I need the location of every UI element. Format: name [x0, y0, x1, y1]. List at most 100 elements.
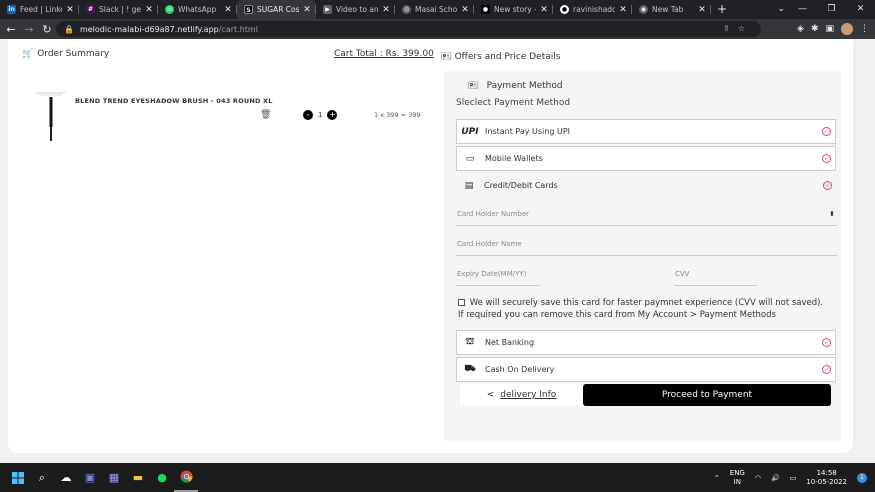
teams-icon[interactable]: ▣ [78, 463, 102, 492]
widgets-icon[interactable]: ▦ [102, 463, 126, 492]
offer-icon: 🖭 [441, 52, 452, 62]
tab-title: Video to animated [336, 5, 378, 14]
spinner-icon[interactable]: ⬍ [829, 210, 835, 218]
search-icon[interactable]: ⌕ [30, 463, 54, 492]
tab-title: New story – Medium [494, 5, 536, 14]
cvv-input[interactable]: CVV [674, 262, 757, 286]
spotify-icon[interactable]: ● [150, 463, 174, 492]
lock-icon[interactable]: 🔒 [64, 25, 74, 34]
medium-icon: ● [481, 5, 490, 14]
windows-start-icon[interactable] [6, 463, 30, 492]
lang-code: ENG [729, 468, 745, 477]
close-icon[interactable]: ✕ [460, 5, 470, 15]
back-icon[interactable]: ← [4, 23, 18, 36]
close-icon[interactable]: ✕ [539, 5, 549, 15]
battery-icon[interactable]: ▭ [790, 474, 797, 482]
tab-title: Masai School [415, 5, 457, 14]
trash-icon[interactable]: 🗑 [260, 110, 271, 120]
avatar[interactable] [841, 23, 853, 35]
chevron-up-icon[interactable]: ⌃ [714, 474, 720, 482]
tab-slack[interactable]: # Slack | ! general ✕ [79, 0, 158, 19]
tab-video[interactable]: ▶ Video to animated ✕ [316, 0, 395, 19]
address-bar[interactable]: 🔒 melodic-malabi-d69a87.netlify.app/cart… [56, 21, 761, 37]
close-icon[interactable]: ✕ [618, 5, 628, 15]
cvv-placeholder: CVV [675, 269, 690, 278]
increase-quantity-button[interactable]: + [327, 110, 338, 120]
offers-heading: 🖭 Offers and Price Details [441, 49, 560, 65]
payment-option-wallets[interactable]: ▭ Mobile Wallets ✓ [456, 146, 836, 171]
decrease-quantity-button[interactable]: - [303, 110, 313, 120]
tab-medium[interactable]: ● New story – Medium ✕ [474, 0, 553, 19]
tab-new-tab[interactable]: ◉ New Tab ✕ [632, 0, 711, 19]
option-label: Net Banking [485, 338, 535, 347]
page-content: 🛒 Order Summary Cart Total : Rs. 399.00 … [0, 39, 875, 458]
minimize-icon[interactable]: — [788, 0, 817, 19]
payment-panel: 🖭 Payment Method Sleclect Payment Method… [444, 71, 841, 441]
tab-whatsapp[interactable]: ☏ WhatsApp ✕ [158, 0, 237, 19]
tab-github[interactable]: ● ravinishadcode ✕ [553, 0, 632, 19]
menu-icon[interactable]: ⋮ [860, 24, 869, 34]
close-icon[interactable]: ✕ [65, 5, 75, 15]
proceed-to-payment-button[interactable]: Proceed to Payment [583, 384, 831, 406]
expiry-input[interactable]: Expiry Date(MM/YY) [456, 262, 540, 286]
payment-option-cod[interactable]: ⛟ Cash On Delivery ✓ [456, 357, 836, 382]
maximize-icon[interactable]: ❐ [817, 0, 846, 19]
delivery-info-link[interactable]: < delivery Info [460, 384, 583, 406]
payment-option-upi[interactable]: UPI Instant Pay Using UPI ✓ [456, 119, 836, 144]
expiry-placeholder: Expiry Date(MM/YY) [457, 269, 527, 278]
upi-icon: UPI [461, 126, 479, 137]
save-card-checkbox[interactable] [458, 299, 465, 306]
cart-icon: 🛒 [22, 49, 34, 59]
close-icon[interactable]: ✕ [381, 5, 391, 15]
option-label: Credit/Debit Cards [484, 181, 558, 190]
clock[interactable]: 14:58 10-05-2022 [806, 469, 847, 487]
sidepanel-icon[interactable]: ▣ [825, 24, 834, 34]
close-window-icon[interactable]: ✕ [846, 0, 875, 19]
sugar-icon: S [244, 5, 253, 14]
whatsapp-icon: ☏ [165, 5, 174, 14]
extension-icon[interactable]: ◈ [797, 24, 804, 34]
cart-card: 🛒 Order Summary Cart Total : Rs. 399.00 … [8, 39, 853, 453]
tab-linkedin[interactable]: in Feed | LinkedIn ✕ [0, 0, 79, 19]
close-icon[interactable]: ✕ [223, 5, 233, 15]
card-name-input[interactable]: Card Holder Name [456, 232, 837, 256]
new-tab-button[interactable]: + [713, 0, 731, 19]
payment-option-netbanking[interactable]: ⛫ Net Banking ✓ [456, 330, 836, 355]
slack-icon: # [86, 5, 95, 14]
tab-title: ravinishadcode [573, 5, 615, 14]
share-star-icons[interactable]: ⇪☆ [723, 21, 753, 37]
cart-total[interactable]: Cart Total : Rs. 399.00 [334, 49, 434, 59]
close-icon[interactable]: ✕ [302, 5, 312, 15]
browser-toolbar: ← → ↻ 🔒 melodic-malabi-d69a87.netlify.ap… [0, 19, 875, 39]
volume-icon[interactable]: 🔊 [771, 474, 780, 482]
forward-icon[interactable]: → [22, 23, 36, 36]
wifi-icon[interactable]: ◠ [755, 474, 761, 482]
line-total: 1 x 399 = 399 [374, 111, 421, 119]
url-path: /cart.html [218, 24, 258, 34]
check-circle-icon: ✓ [822, 154, 831, 163]
tab-title: Feed | LinkedIn [20, 5, 62, 14]
card-number-placeholder: Card Holder Number [457, 209, 530, 218]
weather-icon[interactable]: ☁ [54, 463, 78, 492]
lang-region: IN [733, 477, 741, 486]
puzzle-icon[interactable]: ✱ [811, 24, 819, 34]
tab-masai[interactable]: ◎ Masai School ✕ [395, 0, 474, 19]
notification-badge[interactable]: 1 [857, 472, 867, 483]
tab-title: New Tab [652, 5, 684, 14]
taskbar: ⌕ ☁ ▣ ▦ ▬ ● ⌃ ENG IN ◠ 🔊 ▭ 14:58 10-05-2… [0, 463, 875, 492]
option-label: Instant Pay Using UPI [485, 127, 571, 136]
card-name-placeholder: Card Holder Name [457, 239, 522, 248]
file-explorer-icon[interactable]: ▬ [126, 463, 150, 492]
card-icon: ▤ [464, 180, 474, 191]
close-icon[interactable]: ✕ [697, 5, 707, 15]
close-icon[interactable]: ✕ [144, 5, 154, 15]
payment-option-cards[interactable]: ▤ Credit/Debit Cards ✓ [456, 173, 836, 198]
language-indicator[interactable]: ENG IN [730, 469, 745, 487]
offers-label: Offers and Price Details [454, 52, 561, 62]
reload-icon[interactable]: ↻ [40, 23, 54, 36]
tab-sugar-cosmetics[interactable]: S SUGAR Cosmetics ✕ [237, 0, 316, 19]
system-tray: ⌃ ENG IN ◠ 🔊 ▭ 14:58 10-05-2022 1 [714, 463, 867, 492]
chrome-icon[interactable] [174, 463, 198, 492]
tab-search-icon[interactable]: ⌄ [777, 0, 785, 19]
card-number-input[interactable]: Card Holder Number ⬍ [456, 202, 837, 226]
